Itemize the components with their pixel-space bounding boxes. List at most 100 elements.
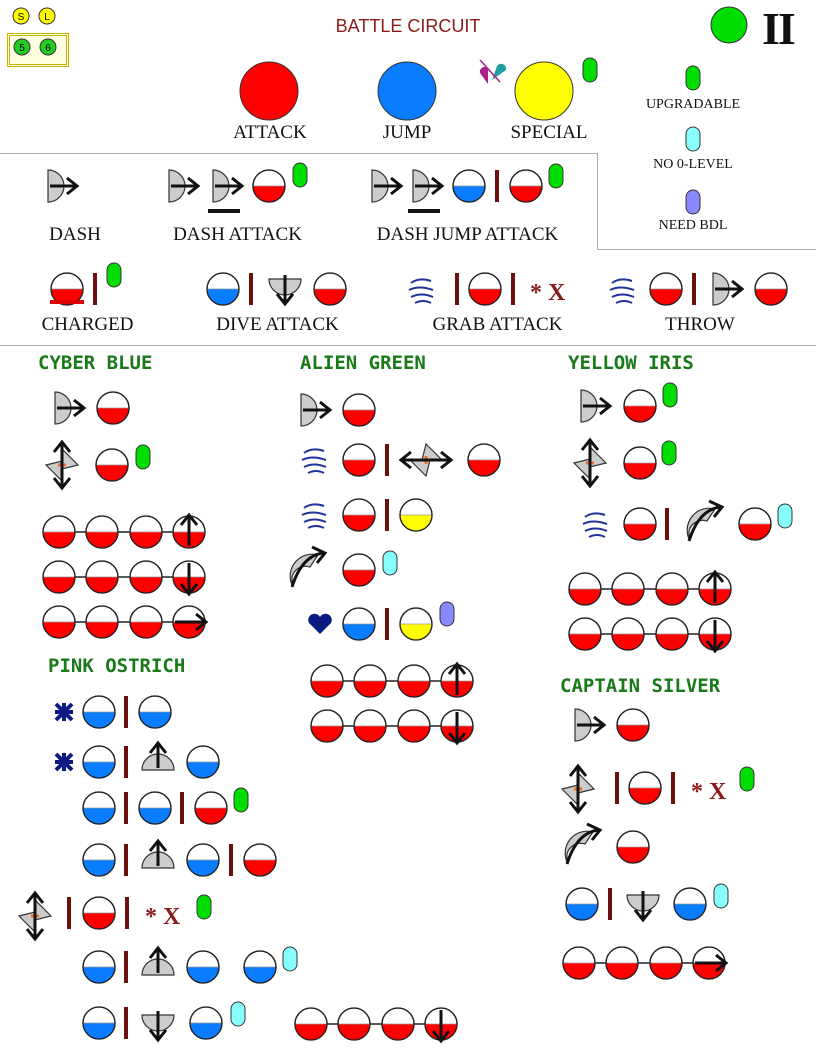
- jump-button-icon: [82, 695, 116, 729]
- stick-arc-icon: [564, 822, 603, 865]
- upgradable-dot: [548, 163, 564, 189]
- stick-right-icon: [47, 169, 80, 203]
- stick-down-icon: [626, 891, 660, 923]
- attack-button-icon: [568, 617, 602, 651]
- upgradable-dot: [292, 162, 308, 188]
- stick-down-icon: [268, 275, 302, 307]
- attack-button-icon: [468, 272, 502, 306]
- separator-bar: [495, 170, 499, 202]
- special-big-icon: [514, 61, 574, 121]
- attack-button-icon: [616, 708, 650, 742]
- l-button-icon: L: [38, 7, 56, 25]
- attack-button-icon: [655, 617, 689, 651]
- attack-button-icon: [342, 443, 376, 477]
- attack-button-icon: [353, 664, 387, 698]
- stick-arc-icon: [686, 499, 725, 542]
- separator-bar: [93, 273, 97, 305]
- stick-right-icon: [300, 393, 333, 427]
- separator-bar: [665, 508, 669, 540]
- separator-bar: [511, 273, 515, 305]
- separator-bar: [455, 273, 459, 305]
- no-zero-dot: [713, 883, 729, 909]
- jump-button-icon: [138, 791, 172, 825]
- special-button-icon: [399, 607, 433, 641]
- stick-right-icon: [712, 272, 745, 306]
- attack-button-icon: [649, 946, 683, 980]
- svg-text:5: 5: [19, 43, 25, 54]
- stick-right-icon: [574, 708, 607, 742]
- broken-heart-icon: [479, 59, 507, 84]
- upgradable-dot: [233, 787, 249, 813]
- no-zero-dot: [230, 1001, 246, 1027]
- upgradable-dot: [662, 382, 678, 408]
- separator-bar: [385, 499, 389, 531]
- attack-button-icon: [342, 553, 376, 587]
- separator-bar: [124, 746, 128, 778]
- attack-button-icon: [310, 709, 344, 743]
- heart-icon: [308, 613, 332, 634]
- stick-arc-icon: [289, 545, 328, 588]
- 6-button-icon: 6: [39, 38, 57, 56]
- attack-button-icon: [568, 572, 602, 606]
- stick-right-icon: [54, 391, 87, 425]
- attack-button-icon: [623, 389, 657, 423]
- attack-button-icon: [313, 272, 347, 306]
- move-icons-canvas: S L 5 6 * X * X * X: [12, 6, 793, 1044]
- attack-button-icon: [611, 572, 645, 606]
- grab-hand-icon: [301, 448, 327, 474]
- jump-button-icon: [565, 887, 599, 921]
- jump-button-icon: [186, 745, 220, 779]
- attack-button-icon: [616, 830, 650, 864]
- attack-button-icon: [42, 560, 76, 594]
- no-zero-dot: [382, 550, 398, 576]
- attack-button-icon: [754, 272, 788, 306]
- separator-bar: [385, 608, 389, 640]
- attack-button-icon: [381, 1007, 415, 1041]
- separator-bar: [124, 951, 128, 983]
- separator-bar: [671, 772, 675, 804]
- svg-text:S: S: [18, 12, 25, 23]
- no-zero-dot: [282, 946, 298, 972]
- attack-button-icon: [353, 709, 387, 743]
- jump-button-icon: [138, 695, 172, 729]
- attack-button-icon: [252, 169, 286, 203]
- attack-button-icon: [42, 515, 76, 549]
- attack-button-icon: [738, 507, 772, 541]
- grab-hand-icon: [408, 278, 434, 304]
- jump-button-icon: [82, 1006, 116, 1040]
- attack-button-icon: [605, 946, 639, 980]
- stick-up-icon: [141, 945, 175, 976]
- attack-button-icon: [82, 896, 116, 930]
- attack-button-icon: [85, 605, 119, 639]
- stick-up-icon: [141, 838, 175, 869]
- separator-bar: [249, 273, 253, 305]
- legend-need-bdl-dot: [685, 189, 701, 215]
- attack-button-icon: [611, 617, 645, 651]
- attack-button-icon: [194, 791, 228, 825]
- separator-bar: [124, 696, 128, 728]
- jump-button-icon: [82, 745, 116, 779]
- attack-button-icon: [85, 515, 119, 549]
- legend-no-zero-dot: [685, 126, 701, 152]
- separator-bar: [125, 897, 129, 929]
- stick-right-icon: [212, 169, 245, 203]
- cross-icon: [54, 752, 74, 772]
- attack-button-icon: [397, 664, 431, 698]
- cross-icon: [54, 702, 74, 722]
- separator-bar: [608, 888, 612, 920]
- separator-bar: [229, 844, 233, 876]
- charge-bar: [50, 300, 84, 304]
- attack-button-icon: [623, 446, 657, 480]
- attack-button-icon: [342, 393, 376, 427]
- attack-button-icon: [85, 560, 119, 594]
- stick-right-icon: [168, 169, 201, 203]
- attack-button-icon: [243, 843, 277, 877]
- grab-hand-icon: [582, 512, 608, 538]
- special-button-icon: [399, 498, 433, 532]
- attack-button-icon: [655, 572, 689, 606]
- 5-button-icon: 5: [13, 38, 31, 56]
- attack-button-icon: [623, 507, 657, 541]
- attack-button-icon: [509, 169, 543, 203]
- attack-button-icon: [397, 709, 431, 743]
- attack-button-icon: [95, 448, 129, 482]
